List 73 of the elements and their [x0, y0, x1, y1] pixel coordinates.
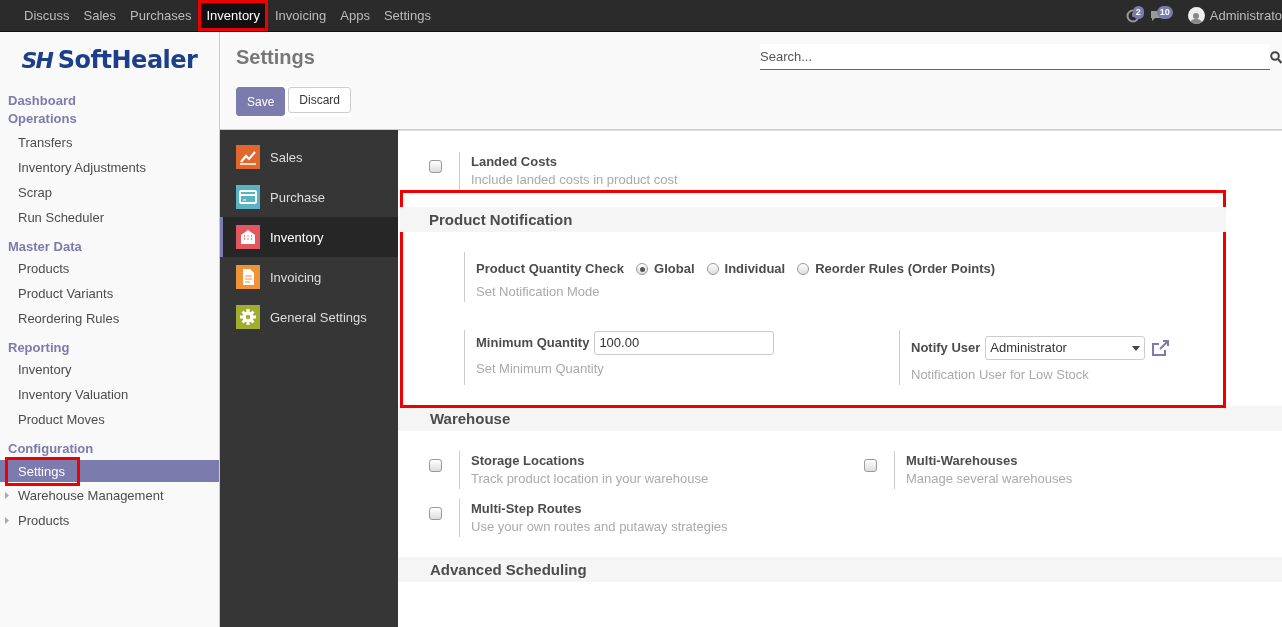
quantity-input-field[interactable]: 100.00 — [594, 331, 775, 355]
sidebar-item[interactable]: Warehouse Management — [0, 483, 219, 508]
sidebar-item[interactable]: Product Moves — [0, 407, 219, 432]
external-link-icon[interactable] — [1150, 339, 1171, 357]
setting-label: Notify User — [911, 339, 981, 357]
setting-help-text: Set Minimum Quantity — [476, 360, 605, 378]
radio-option[interactable]: Global — [636, 260, 695, 278]
menu-item[interactable]: Inventory — [198, 0, 268, 31]
dropdown-caret-icon[interactable] — [1132, 345, 1141, 351]
person-silhouette-icon — [1190, 12, 1203, 24]
setting-help-text: Use your own routes and putaway strategies — [471, 518, 728, 536]
setting-help-text: Include landed costs in product cost — [471, 171, 678, 189]
app-tab[interactable]: General Settings — [220, 297, 398, 337]
section-heading: Product Notification — [400, 207, 1226, 232]
sidebar-item[interactable]: Transfers — [0, 130, 219, 155]
setting-label: Product Quantity Check — [476, 260, 625, 278]
menu-section-heading[interactable]: Operations — [0, 110, 219, 128]
setting-label: Multi-Step Routes — [471, 501, 582, 516]
menu-section-heading[interactable]: Reporting — [0, 339, 219, 357]
caret-icon[interactable] — [5, 492, 9, 499]
menu-item[interactable]: Purchases — [123, 0, 199, 31]
discard-button[interactable]: Discard — [288, 87, 352, 113]
sidebar-item[interactable]: Inventory Adjustments — [0, 155, 219, 180]
menu-item[interactable]: Sales — [76, 0, 124, 31]
sidebar-item[interactable]: Run Scheduler — [0, 205, 219, 230]
save-button[interactable]: Save — [236, 87, 286, 116]
radio-option[interactable]: Individual — [706, 260, 786, 278]
search-field[interactable]: Search... — [760, 44, 1270, 70]
section-heading: Warehouse — [398, 406, 1282, 431]
sidebar-item[interactable]: Scrap — [0, 180, 219, 205]
message-count-badge: 10 — [1156, 6, 1173, 19]
setting-label: Storage Locations — [471, 453, 585, 468]
user-select-field[interactable]: Administrator — [985, 336, 1146, 360]
setting-label: Minimum Quantity — [476, 334, 590, 352]
page-title: Settings — [236, 45, 316, 69]
app-tab[interactable]: Inventory — [220, 217, 398, 257]
setting-help-text: Set Notification Mode — [476, 283, 601, 301]
checkbox[interactable] — [864, 459, 877, 472]
checkbox[interactable] — [429, 507, 442, 520]
radio-button[interactable] — [797, 263, 810, 275]
radio-button[interactable] — [706, 263, 719, 275]
menu-item[interactable]: Settings — [376, 0, 438, 31]
setting-help-text: Manage several warehouses — [906, 470, 1073, 488]
logo-mark: SH — [21, 47, 52, 73]
app-tab[interactable]: Sales — [220, 137, 398, 177]
menu-section-heading[interactable]: Configuration — [0, 440, 219, 458]
sidebar-item[interactable]: Reordering Rules — [0, 306, 219, 331]
menu-section-heading[interactable]: Dashboard — [0, 92, 219, 110]
checkbox[interactable] — [429, 160, 442, 173]
activity-count-badge: 2 — [1132, 5, 1144, 19]
radio-option[interactable]: Reorder Rules (Order Points) — [797, 260, 996, 278]
radio-button[interactable] — [636, 263, 649, 275]
menu-item[interactable]: Invoicing — [267, 0, 334, 31]
sidebar-item[interactable]: Inventory Valuation — [0, 382, 219, 407]
app-tab[interactable]: Invoicing — [220, 257, 398, 297]
sidebar-item[interactable]: Products — [0, 508, 219, 533]
setting-help-text: Notification User for Low Stock — [911, 366, 1090, 384]
logo-text: SoftHealer — [57, 46, 198, 74]
menu-section-heading[interactable]: Master Data — [0, 238, 219, 256]
search-icon[interactable] — [1270, 50, 1282, 64]
user-menu[interactable]: Administrato — [1187, 7, 1282, 24]
setting-label: Landed Costs — [471, 154, 557, 169]
setting-label: Multi-Warehouses — [906, 453, 1018, 468]
section-heading: Advanced Scheduling — [398, 557, 1282, 582]
menu-item[interactable]: Discuss — [17, 0, 77, 31]
sidebar-item[interactable]: Products — [0, 256, 219, 281]
menu-item[interactable]: Apps — [333, 0, 377, 31]
setting-help-text: Track product location in your warehouse — [471, 470, 709, 488]
app-tab[interactable]: Purchase — [220, 177, 398, 217]
sidebar-item[interactable]: Inventory — [0, 357, 219, 382]
caret-icon[interactable] — [5, 517, 9, 524]
sidebar-item[interactable]: Product Variants — [0, 281, 219, 306]
checkbox[interactable] — [429, 459, 442, 472]
